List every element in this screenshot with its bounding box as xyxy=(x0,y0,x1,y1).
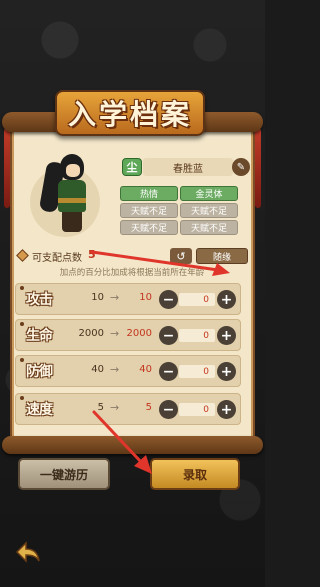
points-row: 可支配点数 5 ↺ 随缘 xyxy=(14,248,250,264)
reset-button[interactable]: ↺ xyxy=(170,248,192,264)
points-value: 5 xyxy=(88,248,96,261)
stat-row-defense: 防御 40 → 40 − 0 + xyxy=(15,355,241,387)
stat-name: 攻击 xyxy=(26,292,53,308)
scroll-bottom-roll xyxy=(2,436,263,454)
random-allocate-button[interactable]: 随缘 xyxy=(196,248,248,264)
trait-item[interactable]: 天赋不足 xyxy=(120,220,178,235)
back-button[interactable] xyxy=(14,540,42,564)
character-body xyxy=(58,180,86,212)
minus-button[interactable]: − xyxy=(159,400,178,419)
points-label: 可支配点数 xyxy=(32,253,82,264)
character-belt xyxy=(58,198,86,203)
stat-row-speed: 速度 5 → 5 − 0 + xyxy=(15,393,241,425)
stat-current: 40 xyxy=(91,364,104,375)
trait-item[interactable]: 热情 xyxy=(120,186,178,201)
stat-name: 生命 xyxy=(26,328,53,344)
character-name: 春胜蓝 xyxy=(143,158,233,176)
stat-name: 防御 xyxy=(26,364,53,380)
allocated-points: 0 xyxy=(179,329,215,342)
right-tassel xyxy=(255,128,261,208)
minus-button[interactable]: − xyxy=(159,326,178,345)
enroll-button[interactable]: 录取 xyxy=(150,458,240,490)
stat-row-health: 生命 2000 → 2000 − 0 + xyxy=(15,319,241,351)
stat-new: 10 xyxy=(139,292,152,303)
character-avatar xyxy=(25,142,110,242)
back-arrow-icon xyxy=(15,541,40,563)
auto-travel-button[interactable]: 一键游历 xyxy=(18,458,110,490)
trait-item[interactable]: 天赋不足 xyxy=(120,203,178,218)
trait-item[interactable]: 天赋不足 xyxy=(180,220,238,235)
page-title: 入学档案 xyxy=(67,98,192,131)
soul-root-tag: 尘 xyxy=(122,158,142,176)
trait-item[interactable]: 金灵体 xyxy=(180,186,238,201)
pencil-icon: ✎ xyxy=(236,161,246,173)
title-banner: 入学档案 xyxy=(55,90,205,136)
reset-icon: ↺ xyxy=(176,249,186,263)
allocated-points: 0 xyxy=(179,365,215,378)
allocated-points: 0 xyxy=(179,403,215,416)
stat-new: 40 xyxy=(139,364,152,375)
plus-button[interactable]: + xyxy=(217,362,236,381)
allocated-points: 0 xyxy=(179,293,215,306)
trait-item[interactable]: 天赋不足 xyxy=(180,203,238,218)
stat-row-attack: 攻击 10 → 10 − 0 + xyxy=(15,283,241,315)
stat-new: 2000 xyxy=(126,328,152,339)
stat-current: 2000 xyxy=(78,328,104,339)
character-face xyxy=(66,164,80,177)
plus-button[interactable]: + xyxy=(217,326,236,345)
plus-button[interactable]: + xyxy=(217,290,236,309)
stat-current: 10 xyxy=(91,292,104,303)
diamond-icon xyxy=(16,249,29,262)
edit-name-button[interactable]: ✎ xyxy=(232,158,250,176)
stat-new: 5 xyxy=(145,402,152,413)
minus-button[interactable]: − xyxy=(159,362,178,381)
character-legs xyxy=(62,212,82,232)
minus-button[interactable]: − xyxy=(159,290,178,309)
stat-name: 速度 xyxy=(26,402,53,418)
stat-current: 5 xyxy=(97,402,104,413)
plus-button[interactable]: + xyxy=(217,400,236,419)
bonus-hint: 加点的百分比加成将根据当前所在年龄 xyxy=(59,268,205,278)
